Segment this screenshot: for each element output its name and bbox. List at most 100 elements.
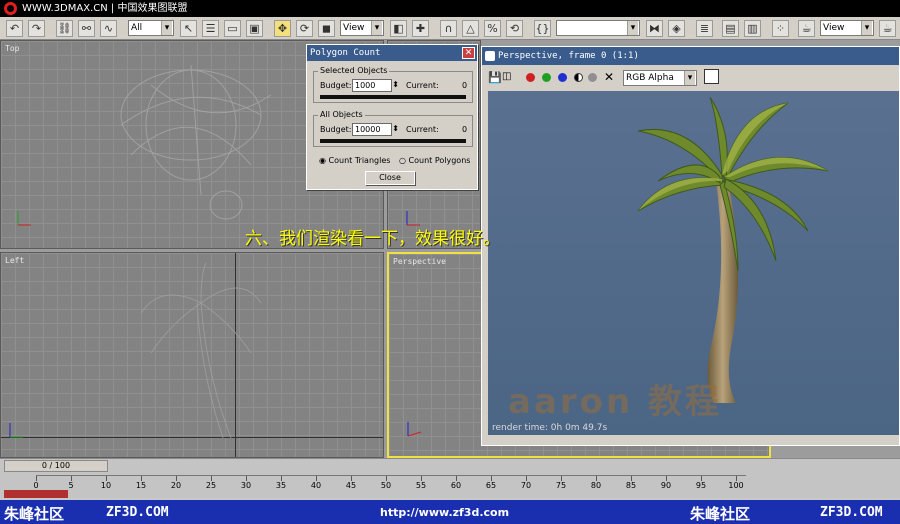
timeline-tick-label: 60	[450, 481, 462, 490]
footer-left-brand: 朱峰社区	[4, 505, 65, 523]
radio-triangles-label: Count Triangles	[328, 156, 391, 165]
selected-objects-caption: Selected Objects	[318, 66, 390, 75]
radio-polygons-label: Count Polygons	[408, 156, 471, 165]
green-channel-icon[interactable]	[542, 73, 551, 82]
viewport-left-label: Left	[5, 256, 25, 265]
selected-budget-spinner[interactable]: 1000	[352, 79, 399, 92]
link-icon[interactable]: ⛓	[56, 20, 73, 37]
palm-wireframe-left	[140, 263, 262, 439]
move-icon[interactable]: ✥	[274, 20, 291, 37]
selected-objects-group: Selected Objects Budget: 1000 Current: 0	[313, 66, 473, 103]
color-swatch[interactable]	[704, 69, 719, 84]
render-canvas: aaron 教程 render time: 0h 0m 49.7s	[488, 91, 899, 435]
selected-progress-bar	[320, 95, 466, 99]
axis-gizmo-top	[17, 211, 31, 226]
timeline-tick-label: 45	[345, 481, 357, 490]
reference-coord-dropdown[interactable]: View	[340, 20, 384, 36]
pivot-center-icon[interactable]: ◧	[390, 20, 407, 37]
timeline-tick-label: 55	[415, 481, 427, 490]
footer-banner: 朱峰社区 ZF3D.COM http://www.zf3d.com 朱峰社区 Z…	[0, 500, 900, 524]
rotate-icon[interactable]: ⟳	[296, 20, 313, 37]
window-crossing-icon[interactable]: ▣	[246, 20, 263, 37]
mirror-icon[interactable]: ⧓	[646, 20, 663, 37]
clone-icon[interactable]: ◫	[502, 71, 511, 82]
timeline-tick-label: 100	[728, 481, 744, 490]
layer-manager-icon[interactable]: ≣	[696, 20, 713, 37]
all-budget-label: Budget:	[320, 125, 352, 134]
align-icon[interactable]: ◈	[668, 20, 685, 37]
timeline-tick-label: 85	[625, 481, 637, 490]
material-editor-icon[interactable]: ⁘	[772, 20, 789, 37]
close-button[interactable]: Close	[365, 171, 415, 185]
red-channel-icon[interactable]	[526, 73, 535, 82]
save-icon[interactable]: 💾	[488, 71, 502, 84]
selection-filter-dropdown[interactable]: All	[128, 20, 174, 36]
unlink-icon[interactable]: ⚯	[78, 20, 95, 37]
select-by-name-icon[interactable]: ☰	[202, 20, 219, 37]
timeline-tick-label: 80	[590, 481, 602, 490]
render-time-text: render time: 0h 0m 49.7s	[492, 423, 608, 433]
render-type-dropdown[interactable]: View	[820, 20, 874, 36]
polygon-count-dialog: Polygon Count ✕ Selected Objects Budget:…	[306, 44, 478, 190]
snap-3d-icon[interactable]: ∩	[440, 20, 457, 37]
axis-gizmo-perspective	[407, 422, 422, 437]
scale-icon[interactable]: ◼	[318, 20, 335, 37]
angle-snap-icon[interactable]: △	[462, 20, 479, 37]
app-logo-icon	[4, 2, 17, 15]
polygon-count-title: Polygon Count	[307, 45, 477, 61]
rect-region-icon[interactable]: ▭	[224, 20, 241, 37]
all-progress-bar	[320, 139, 466, 143]
curve-editor-icon[interactable]: ▤	[722, 20, 739, 37]
all-budget-spinner[interactable]: 10000	[352, 123, 399, 136]
radio-count-triangles[interactable]: ◉ Count Triangles	[319, 156, 390, 165]
percent-snap-icon[interactable]: %	[484, 20, 501, 37]
select-manipulate-icon[interactable]: ✚	[412, 20, 429, 37]
named-selection-icon[interactable]: {}	[534, 20, 551, 37]
timeline-tick-label: 20	[170, 481, 182, 490]
timeline-tick-label: 15	[135, 481, 147, 490]
time-slider[interactable]: 0 / 100	[4, 460, 108, 472]
timeline-tick-label: 40	[310, 481, 322, 490]
timeline-panel: 0 / 100 0 5 10 15 20 25 30 35 40 45 50 55 60 65 70 75 80…	[0, 458, 900, 498]
named-selection-dropdown[interactable]	[556, 20, 640, 36]
timeline-tick-label: 0	[33, 481, 39, 490]
footer-right-brand: 朱峰社区	[690, 505, 751, 523]
footer-center-url[interactable]: http://www.zf3d.com	[380, 506, 509, 519]
timeline-tick-label: 90	[660, 481, 672, 490]
timeline-tick-label: 70	[520, 481, 532, 490]
schematic-view-icon[interactable]: ▥	[744, 20, 761, 37]
alpha-channel-icon[interactable]	[574, 73, 583, 82]
undo-icon[interactable]: ↶	[6, 20, 23, 37]
timeline-tick-label: 95	[695, 481, 707, 490]
redo-icon[interactable]: ↷	[28, 20, 45, 37]
footer-left-url: ZF3D.COM	[106, 505, 169, 520]
timeline-ruler[interactable]: 0 5 10 15 20 25 30 35 40 45 50 55 60 65 70 75 80 85 90 95 10…	[33, 475, 746, 490]
select-object-icon[interactable]: ↖	[180, 20, 197, 37]
all-objects-caption: All Objects	[318, 110, 365, 119]
close-icon[interactable]: ✕	[462, 47, 475, 59]
app-title: WWW.3DMAX.CN | 中国效果图联盟	[22, 3, 188, 14]
mono-icon[interactable]	[588, 73, 597, 82]
spinner-snap-icon[interactable]: ⟲	[506, 20, 523, 37]
timeline-tick-label: 25	[205, 481, 217, 490]
status-indicator	[4, 490, 68, 498]
axis-gizmo-left	[9, 423, 23, 438]
all-current-label: Current:	[406, 125, 439, 134]
bind-space-warp-icon[interactable]: ∿	[100, 20, 117, 37]
viewport-left[interactable]: Left	[0, 252, 384, 458]
watermark-text: aaron 教程	[508, 382, 723, 422]
app-title-bar: WWW.3DMAX.CN | 中国效果图联盟	[0, 0, 900, 17]
timeline-tick-label: 30	[240, 481, 252, 490]
tutorial-caption: 六、我们渲染看一下，效果很好。	[245, 229, 500, 249]
render-window-title: Perspective, frame 0 (1:1)	[482, 47, 899, 65]
render-scene-icon[interactable]: ☕	[798, 20, 815, 37]
main-toolbar: ↶ ↷ ⛓ ⚯ ∿ All ↖ ☰ ▭ ▣ ✥ ⟳ ◼ View ◧ ✚ ∩ △…	[0, 17, 900, 40]
selected-budget-label: Budget:	[320, 81, 352, 90]
render-frame-window: Perspective, frame 0 (1:1) 💾 ◫ ✕ RGB Alp…	[481, 46, 900, 446]
clear-icon[interactable]: ✕	[604, 70, 614, 84]
radio-count-polygons[interactable]: ○ Count Polygons	[399, 156, 470, 165]
all-current-value: 0	[462, 125, 468, 134]
blue-channel-icon[interactable]	[558, 73, 567, 82]
channel-dropdown[interactable]: RGB Alpha	[623, 70, 697, 86]
quick-render-icon[interactable]: ☕	[879, 20, 896, 37]
